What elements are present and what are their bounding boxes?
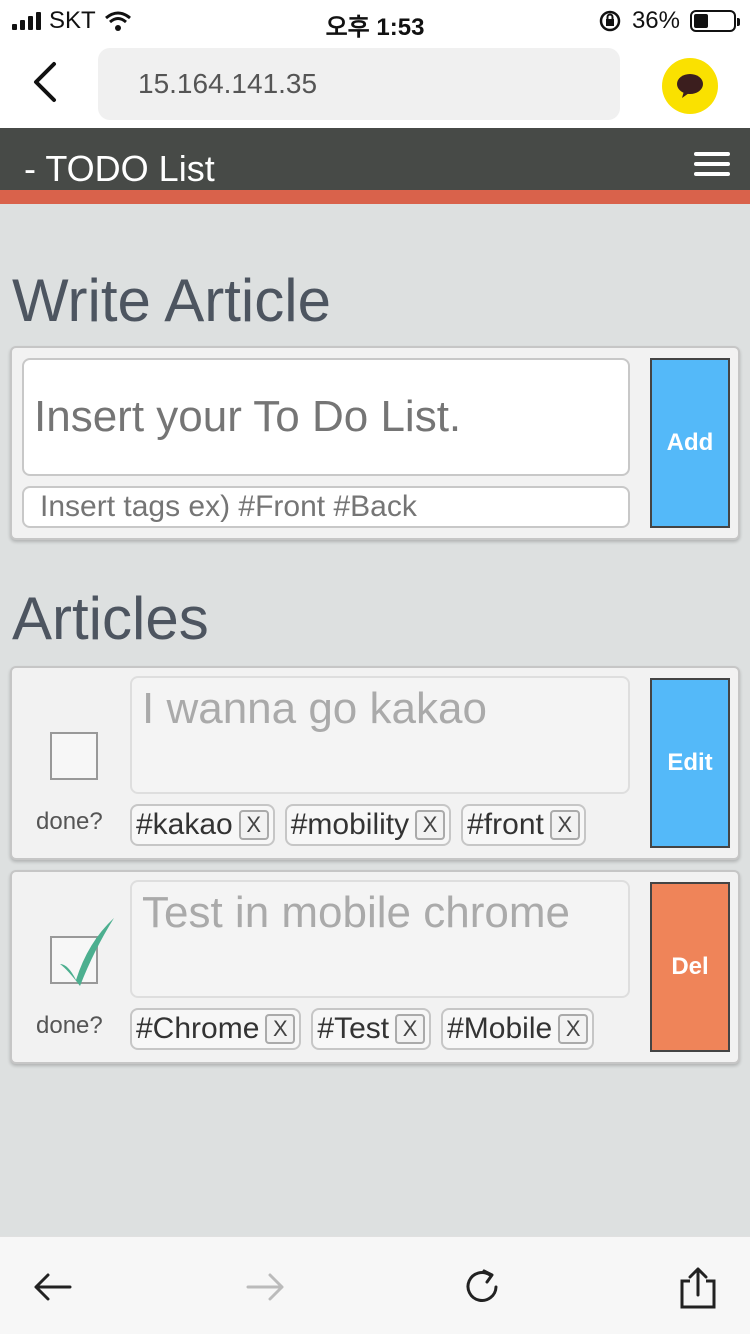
edit-button[interactable]: Edit bbox=[650, 678, 730, 848]
add-button[interactable]: Add bbox=[650, 358, 730, 528]
tags-input[interactable] bbox=[22, 486, 630, 528]
tag-remove-button[interactable]: X bbox=[415, 810, 446, 840]
tag-label: #mobility bbox=[290, 808, 410, 841]
article-text[interactable]: I wanna go kakao bbox=[130, 676, 630, 794]
write-article-form: Add bbox=[10, 346, 740, 540]
checkmark-icon bbox=[60, 918, 114, 986]
back-arrow-icon[interactable] bbox=[30, 1265, 74, 1309]
tag-label: #kakao bbox=[136, 808, 233, 841]
tag-remove-button[interactable]: X bbox=[395, 1014, 426, 1044]
kakao-talk-button[interactable] bbox=[662, 58, 718, 114]
article-card: done? Test in mobile chrome #Chrome X #T… bbox=[10, 870, 740, 1064]
article-card: done? I wanna go kakao #kakao X #mobilit… bbox=[10, 666, 740, 860]
delete-button[interactable]: Del bbox=[650, 882, 730, 1052]
tag-list: #kakao X #mobility X #front X bbox=[130, 804, 586, 846]
done-checkbox[interactable] bbox=[50, 918, 114, 986]
tag-chip: #Test X bbox=[311, 1008, 432, 1050]
status-right: 36% bbox=[598, 7, 740, 35]
app-header: - TODO List bbox=[0, 128, 750, 204]
tag-list: #Chrome X #Test X #Mobile X bbox=[130, 1008, 595, 1050]
rotation-lock-icon bbox=[599, 10, 621, 32]
app-title: - TODO List bbox=[24, 148, 215, 189]
battery-icon bbox=[690, 10, 740, 32]
reload-icon[interactable] bbox=[460, 1265, 504, 1309]
browser-back-icon[interactable] bbox=[28, 60, 64, 104]
tag-chip: #mobility X bbox=[284, 804, 452, 846]
done-label: done? bbox=[36, 808, 103, 835]
tag-label: #front bbox=[467, 808, 544, 841]
status-bar: SKT 오후 1:53 36% bbox=[0, 0, 750, 41]
todo-input[interactable] bbox=[22, 358, 630, 476]
tag-label: #Chrome bbox=[136, 1012, 260, 1045]
tag-remove-button[interactable]: X bbox=[265, 1014, 296, 1044]
hamburger-menu-icon[interactable] bbox=[694, 152, 730, 176]
tag-chip: #front X bbox=[461, 804, 586, 846]
done-label: done? bbox=[36, 1012, 103, 1039]
tag-remove-button[interactable]: X bbox=[549, 810, 580, 840]
url-field[interactable]: 15.164.141.35 bbox=[98, 48, 620, 120]
tag-label: #Test bbox=[317, 1012, 390, 1045]
write-article-heading: Write Article bbox=[12, 267, 331, 334]
browser-toolbar bbox=[0, 1236, 750, 1334]
tag-remove-button[interactable]: X bbox=[238, 810, 269, 840]
tag-remove-button[interactable]: X bbox=[558, 1014, 589, 1044]
tag-chip: #kakao X bbox=[130, 804, 275, 846]
done-checkbox[interactable] bbox=[50, 732, 98, 780]
forward-arrow-icon[interactable] bbox=[244, 1265, 288, 1309]
battery-fill bbox=[694, 14, 708, 28]
chat-bubble-icon bbox=[677, 74, 703, 98]
tag-label: #Mobile bbox=[447, 1012, 553, 1045]
articles-heading: Articles bbox=[12, 585, 209, 652]
article-text[interactable]: Test in mobile chrome bbox=[130, 880, 630, 998]
tag-chip: #Mobile X bbox=[441, 1008, 595, 1050]
battery-percent: 36% bbox=[631, 7, 680, 34]
tag-chip: #Chrome X bbox=[130, 1008, 302, 1050]
share-icon[interactable] bbox=[676, 1265, 720, 1309]
browser-url-bar: 15.164.141.35 bbox=[0, 40, 750, 128]
